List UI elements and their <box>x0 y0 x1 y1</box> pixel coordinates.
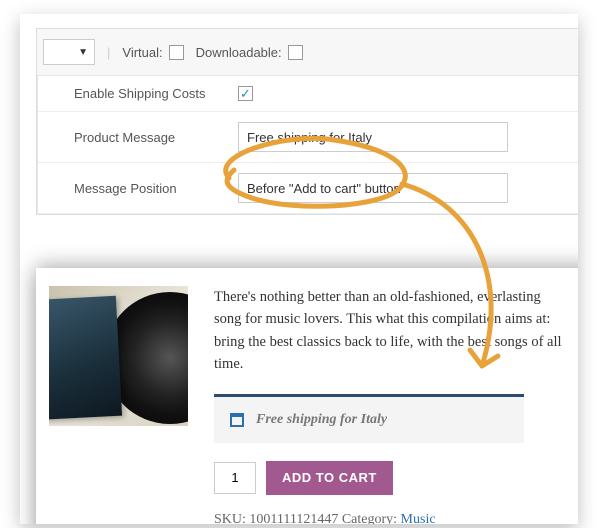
product-meta: SKU: 1001111121447 Category: Music <box>214 509 570 524</box>
product-description: There's nothing better than an old-fashi… <box>214 286 570 376</box>
sku-label: SKU: <box>214 512 246 524</box>
virtual-label: Virtual: <box>122 45 162 60</box>
calendar-icon <box>230 413 244 427</box>
add-to-cart-button[interactable]: ADD TO CART <box>266 461 393 495</box>
add-to-cart-row: ADD TO CART <box>214 461 570 495</box>
enable-shipping-checkbox[interactable] <box>238 86 253 101</box>
album-cover-graphic <box>49 296 122 421</box>
downloadable-option: Downloadable: <box>196 45 303 60</box>
product-message-row: Product Message <box>38 112 578 163</box>
message-position-label: Message Position <box>74 181 238 196</box>
downloadable-label: Downloadable: <box>196 45 282 60</box>
product-type-dropdown[interactable]: ▼ <box>43 39 95 65</box>
message-position-row: Message Position <box>38 163 578 214</box>
enable-shipping-row: Enable Shipping Costs <box>38 76 578 112</box>
category-link[interactable]: Music <box>401 512 436 524</box>
product-type-row: ▼ | Virtual: Downloadable: <box>37 29 578 76</box>
virtual-option: Virtual: <box>122 45 183 60</box>
admin-settings-panel: ▼ | Virtual: Downloadable: Enable Shippi… <box>36 28 578 215</box>
shipping-message-text: Free shipping for Italy <box>256 409 387 431</box>
product-image <box>49 286 188 426</box>
virtual-checkbox[interactable] <box>169 45 184 60</box>
message-position-select[interactable] <box>238 173 508 203</box>
category-label: Category: <box>342 512 397 524</box>
enable-shipping-label: Enable Shipping Costs <box>74 86 238 101</box>
divider: | <box>107 45 110 60</box>
shipping-message-bar: Free shipping for Italy <box>214 394 524 443</box>
sku-value: 1001111121447 <box>249 512 338 524</box>
product-message-label: Product Message <box>74 130 238 145</box>
quantity-input[interactable] <box>214 462 256 494</box>
product-message-input[interactable] <box>238 122 508 152</box>
product-page-preview: There's nothing better than an old-fashi… <box>36 268 578 524</box>
downloadable-checkbox[interactable] <box>288 45 303 60</box>
